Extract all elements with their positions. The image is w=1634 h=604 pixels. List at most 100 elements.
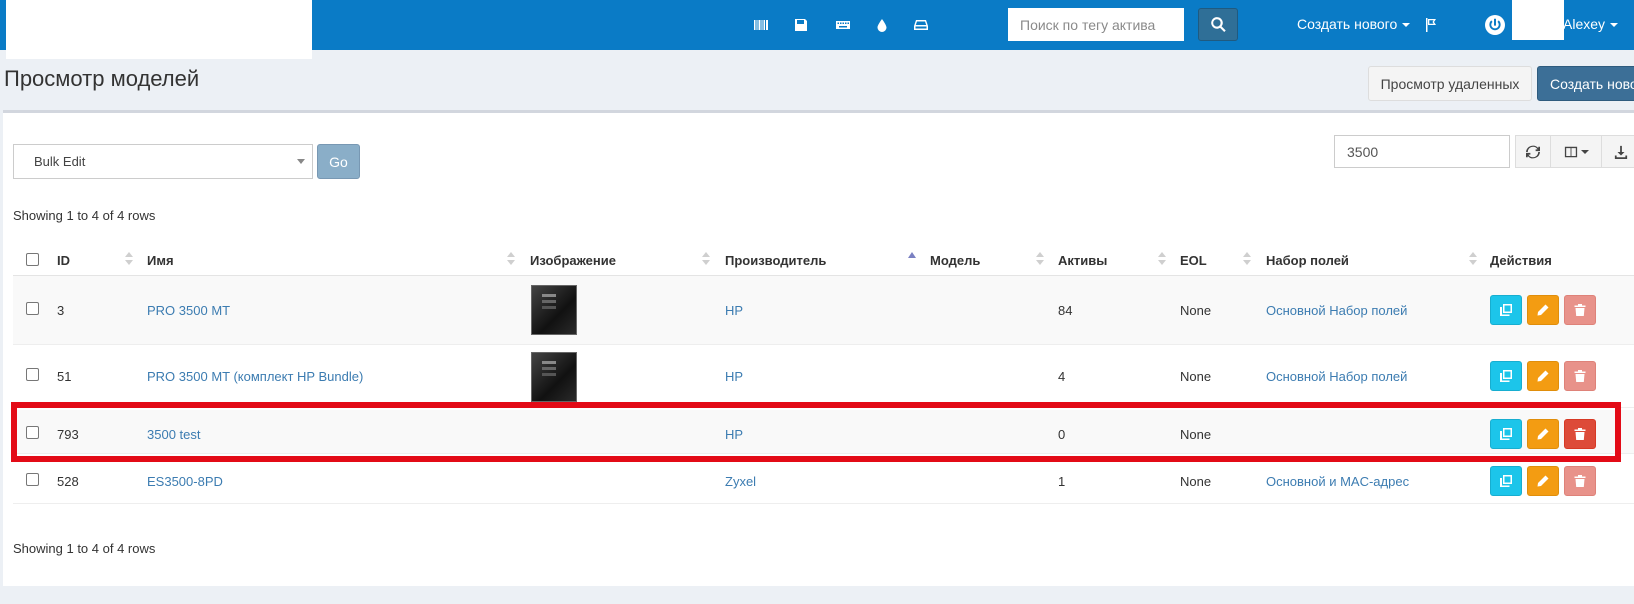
pencil-icon (1537, 475, 1549, 487)
column-header-assets[interactable]: Активы (1058, 253, 1107, 268)
view-deleted-button[interactable]: Просмотр удаленных (1368, 66, 1532, 101)
sort-icon (1243, 252, 1251, 266)
power-icon[interactable] (1483, 13, 1507, 37)
columns-icon (1564, 146, 1577, 157)
refresh-icon (1526, 145, 1540, 158)
column-header-name[interactable]: Имя (147, 253, 174, 268)
delete-button[interactable] (1564, 419, 1596, 449)
table-search-input[interactable] (1334, 135, 1510, 168)
row-checkbox[interactable] (26, 302, 39, 315)
sort-icon (1036, 252, 1044, 266)
columns-toggle-button[interactable] (1550, 135, 1602, 168)
model-image[interactable] (531, 285, 577, 335)
clone-button[interactable] (1490, 466, 1522, 496)
column-header-model[interactable]: Модель (930, 253, 980, 268)
tint-icon[interactable] (872, 15, 892, 35)
refresh-button[interactable] (1515, 135, 1551, 168)
model-image[interactable] (531, 352, 577, 402)
sort-ascending-icon (908, 252, 916, 258)
column-header-fieldset[interactable]: Набор полей (1266, 253, 1349, 268)
edit-button[interactable] (1527, 419, 1559, 449)
hdd-icon[interactable] (911, 15, 931, 35)
row-checkbox[interactable] (26, 426, 39, 439)
keyboard-icon[interactable] (833, 15, 853, 35)
create-new-dropdown[interactable]: Создать нового (1297, 16, 1411, 32)
column-header-id[interactable]: ID (57, 253, 70, 268)
row-id: 528 (57, 474, 79, 489)
sort-icon (507, 252, 515, 266)
pagination-info-top: Showing 1 to 4 of 4 rows (13, 208, 156, 223)
row-assets: 84 (1058, 303, 1073, 318)
row-fieldset-link[interactable]: Основной Набор полей (1266, 369, 1407, 384)
row-assets: 4 (1058, 369, 1066, 384)
delete-button[interactable] (1564, 361, 1596, 391)
clone-icon (1500, 428, 1512, 440)
avatar[interactable] (1512, 0, 1564, 40)
chevron-down-icon (1610, 23, 1619, 28)
clone-icon (1500, 475, 1512, 487)
export-button[interactable] (1601, 135, 1634, 168)
row-fieldset-link[interactable]: Основной Набор полей (1266, 303, 1407, 318)
row-manufacturer-link[interactable]: HP (725, 427, 743, 442)
clone-button[interactable] (1490, 419, 1522, 449)
pencil-icon (1537, 370, 1549, 382)
save-icon[interactable] (791, 15, 811, 35)
column-header-actions: Действия (1490, 253, 1552, 268)
user-menu[interactable]: Alexey (1563, 16, 1619, 32)
row-name-link[interactable]: ES3500-8PD (147, 474, 223, 489)
table-row: 3 PRO 3500 MT HP 84 None Основной Набор … (13, 276, 1634, 345)
row-eol: None (1180, 369, 1212, 384)
flag-icon[interactable] (1421, 15, 1441, 35)
row-id: 3 (57, 303, 65, 318)
create-new-button[interactable]: Создать нового (1537, 66, 1634, 101)
row-fieldset-link[interactable]: Основной и MAC-адрес (1266, 474, 1409, 489)
trash-icon (1574, 475, 1586, 487)
select-all-checkbox[interactable] (26, 253, 39, 266)
barcode-icon[interactable] (751, 15, 771, 35)
delete-button[interactable] (1564, 295, 1596, 325)
row-eol: None (1180, 303, 1212, 318)
chevron-down-icon (1580, 149, 1589, 154)
username-label: Alexey (1563, 16, 1606, 32)
bulk-edit-value: Bulk Edit (34, 154, 86, 169)
pagination-info-bottom: Showing 1 to 4 of 4 rows (13, 541, 156, 556)
bulk-edit-select[interactable]: Bulk Edit (13, 144, 313, 179)
search-button[interactable] (1198, 8, 1238, 41)
clone-button[interactable] (1490, 295, 1522, 325)
edit-button[interactable] (1527, 361, 1559, 391)
pencil-icon (1537, 304, 1549, 316)
download-icon (1614, 145, 1628, 159)
row-eol: None (1180, 427, 1212, 442)
delete-button[interactable] (1564, 466, 1596, 496)
row-manufacturer-link[interactable]: HP (725, 369, 743, 384)
trash-icon (1574, 428, 1586, 440)
table-header: ID Имя Изображение Производитель Модель … (13, 244, 1634, 276)
row-name-link[interactable]: 3500 test (147, 427, 201, 442)
table-row: 793 3500 test HP 0 None (13, 410, 1634, 454)
search-icon (1210, 17, 1226, 33)
row-checkbox[interactable] (26, 368, 39, 381)
edit-button[interactable] (1527, 466, 1559, 496)
sort-icon (1158, 252, 1166, 266)
column-header-manufacturer[interactable]: Производитель (725, 253, 826, 268)
row-assets: 0 (1058, 427, 1066, 442)
row-manufacturer-link[interactable]: HP (725, 303, 743, 318)
asset-tag-search-input[interactable] (1008, 8, 1184, 41)
clone-button[interactable] (1490, 361, 1522, 391)
row-id: 51 (57, 369, 72, 384)
clone-icon (1500, 304, 1512, 316)
logo[interactable] (6, 0, 312, 59)
pencil-icon (1537, 428, 1549, 440)
row-checkbox[interactable] (26, 473, 39, 486)
go-button[interactable]: Go (317, 144, 360, 179)
clone-icon (1500, 370, 1512, 382)
row-manufacturer-link[interactable]: Zyxel (725, 474, 756, 489)
table-row: 51 PRO 3500 MT (комплект HP Bundle) HP 4… (13, 345, 1634, 408)
column-header-image[interactable]: Изображение (530, 253, 616, 268)
column-header-eol[interactable]: EOL (1180, 253, 1207, 268)
row-name-link[interactable]: PRO 3500 MT (комплект HP Bundle) (147, 369, 363, 384)
edit-button[interactable] (1527, 295, 1559, 325)
row-name-link[interactable]: PRO 3500 MT (147, 303, 230, 318)
sort-icon (1469, 252, 1477, 266)
table-row: 528 ES3500-8PD Zyxel 1 None Основной и M… (13, 464, 1634, 504)
